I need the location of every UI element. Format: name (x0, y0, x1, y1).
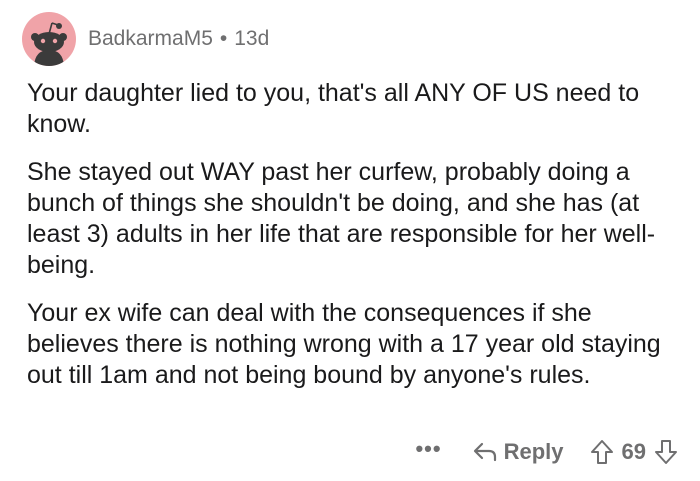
downvote-arrow-icon (655, 440, 677, 464)
comment-actions: ••• Reply 69 (415, 432, 678, 472)
vote-controls: 69 (590, 439, 678, 465)
comment-age: 13d (234, 27, 270, 50)
upvote-arrow-icon (590, 440, 613, 464)
comment-paragraph: Your ex wife can deal with the consequen… (27, 299, 661, 389)
avatar[interactable] (22, 12, 76, 66)
author-username[interactable]: BadkarmaM5 (88, 27, 213, 51)
meta-separator: • (219, 27, 228, 50)
comment-header: BadkarmaM5 • 13d (22, 12, 269, 66)
comment-paragraph: She stayed out WAY past her curfew, prob… (27, 158, 656, 279)
comment: BadkarmaM5 • 13d Your daughter lied to y… (0, 0, 700, 481)
reply-arrow-icon (473, 442, 496, 462)
upvote-button[interactable] (590, 439, 614, 465)
reply-label: Reply (503, 439, 564, 464)
vote-count: 69 (621, 439, 646, 464)
downvote-button[interactable] (654, 439, 678, 465)
reply-button[interactable]: Reply (472, 439, 564, 465)
comment-body: Your daughter lied to you, that's all AN… (27, 78, 677, 408)
comment-paragraph: Your daughter lied to you, that's all AN… (27, 79, 640, 138)
snoo-avatar-icon (31, 22, 67, 66)
more-dots-icon[interactable]: ••• (415, 436, 441, 462)
